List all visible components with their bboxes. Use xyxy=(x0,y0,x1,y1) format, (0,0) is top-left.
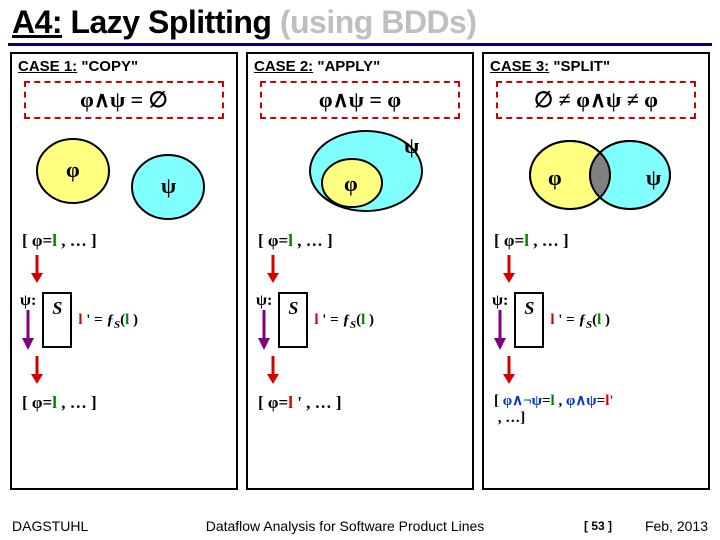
case-3-out: [ φ∧¬ψ=l , φ∧ψ=l' , …] xyxy=(494,393,702,428)
title-gray: (using BDDs) xyxy=(280,4,477,40)
arrow-down-icon xyxy=(502,255,516,283)
lprime-expr: l ' = ƒS(l ) xyxy=(550,313,610,332)
case-1-title: CASE 1: "COPY" xyxy=(18,58,230,75)
footer-left: DAGSTUHL xyxy=(12,518,122,534)
case-2-out: [ φ=l ' , … ] xyxy=(258,393,466,413)
case-1-step: ψ: S l ' = ƒS(l ) xyxy=(20,292,230,352)
case-3: CASE 3: "SPLIT" ∅ ≠ φ∧ψ ≠ φ φ ψ [ φ=l , … xyxy=(482,52,710,490)
case-2-venn: ψ φ xyxy=(254,127,466,223)
psi-label: ψ xyxy=(161,173,176,199)
case-1-equation: φ∧ψ = ∅ xyxy=(24,81,224,119)
arrow-down-icon xyxy=(266,356,280,384)
footer: DAGSTUHL Dataflow Analysis for Software … xyxy=(0,518,720,534)
case-3-in: [ φ=l , … ] xyxy=(494,231,702,251)
case-3-title: CASE 3: "SPLIT" xyxy=(490,58,702,75)
cases-row: CASE 1: "COPY" φ∧ψ = ∅ φ ψ [ φ=l , … ] ψ… xyxy=(0,52,720,490)
psi-label: ψ xyxy=(404,133,419,159)
arrow-down-icon xyxy=(266,255,280,283)
lprime-expr: l ' = ƒS(l ) xyxy=(314,313,374,332)
case-2-step: ψ: S l ' = ƒS(l ) xyxy=(256,292,466,352)
phi-label: φ xyxy=(66,157,80,183)
arrow-down-icon xyxy=(493,310,507,350)
title-underline xyxy=(8,43,712,46)
arrow-down-icon xyxy=(30,356,44,384)
case-2: CASE 2: "APPLY" φ∧ψ = φ ψ φ [ φ=l , … ] … xyxy=(246,52,474,490)
lprime-expr: l ' = ƒS(l ) xyxy=(78,313,138,332)
s-box: S xyxy=(42,292,72,348)
arrow-down-icon xyxy=(502,356,516,384)
case-1-out: [ φ=l , … ] xyxy=(22,393,230,413)
footer-center: Dataflow Analysis for Software Product L… xyxy=(122,518,568,534)
footer-right: Feb, 2013 xyxy=(628,518,708,534)
case-1-in: [ φ=l , … ] xyxy=(22,231,230,251)
case-2-in: [ φ=l , … ] xyxy=(258,231,466,251)
case-2-title: CASE 2: "APPLY" xyxy=(254,58,466,75)
psi-label: ψ xyxy=(646,165,661,191)
title-main: Lazy Splitting xyxy=(62,4,280,40)
case-2-equation: φ∧ψ = φ xyxy=(260,81,460,119)
phi-label: φ xyxy=(344,171,358,197)
phi-label: φ xyxy=(548,165,562,191)
title-alg: A4: xyxy=(12,4,62,40)
arrow-down-icon xyxy=(21,310,35,350)
arrow-down-icon xyxy=(30,255,44,283)
arrow-down-icon xyxy=(257,310,271,350)
case-1-venn: φ ψ xyxy=(18,127,230,223)
footer-page: [ 53 ] xyxy=(568,519,628,533)
slide-title: A4: Lazy Splitting (using BDDs) xyxy=(0,0,720,43)
case-3-venn: φ ψ xyxy=(490,127,702,223)
s-box: S xyxy=(278,292,308,348)
case-3-step: ψ: S l ' = ƒS(l ) xyxy=(492,292,702,352)
s-box: S xyxy=(514,292,544,348)
case-3-equation: ∅ ≠ φ∧ψ ≠ φ xyxy=(496,81,696,119)
case-1: CASE 1: "COPY" φ∧ψ = ∅ φ ψ [ φ=l , … ] ψ… xyxy=(10,52,238,490)
